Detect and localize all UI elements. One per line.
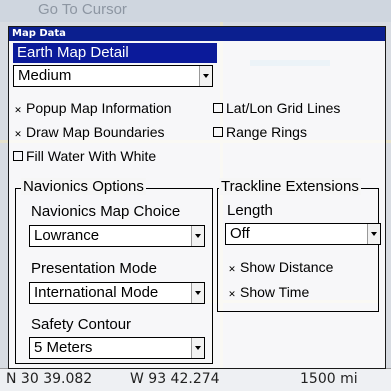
checkbox-label: Fill Water With White	[26, 148, 157, 164]
checkbox-label: Draw Map Boundaries	[26, 124, 165, 140]
navionics-map-choice-select[interactable]: Lowrance	[29, 225, 205, 247]
latitude-readout: N 30 39.082	[6, 371, 93, 387]
checkbox-label: Lat/Lon Grid Lines	[226, 100, 341, 116]
safety-contour-value: 5 Meters	[34, 339, 93, 356]
earth-map-detail-label: Earth Map Detail	[13, 43, 217, 63]
checkbox-unchecked-icon[interactable]	[213, 127, 223, 137]
fill-water-white-checkbox[interactable]: Fill Water With White	[13, 147, 156, 165]
popup-map-info-checkbox[interactable]: ✕ Popup Map Information	[13, 99, 172, 117]
presentation-mode-label: Presentation Mode	[31, 260, 157, 277]
earth-map-detail-select[interactable]: Medium	[13, 65, 213, 87]
checkbox-checked-icon[interactable]: ✕	[227, 265, 237, 275]
show-time-checkbox[interactable]: ✕ Show Time	[227, 283, 309, 301]
navionics-map-choice-label: Navionics Map Choice	[31, 203, 181, 220]
lat-lon-grid-checkbox[interactable]: Lat/Lon Grid Lines	[213, 99, 340, 117]
checkbox-label: Popup Map Information	[26, 100, 172, 116]
chevron-down-icon[interactable]	[191, 226, 204, 246]
status-bar: N 30 39.082 W 93 42.274 1500 mi	[0, 368, 391, 391]
checkbox-label: Range Rings	[226, 124, 307, 140]
safety-contour-select[interactable]: 5 Meters	[29, 337, 205, 359]
map-data-dialog: Map Data Earth Map Detail Medium ✕ Popup …	[8, 26, 386, 369]
map-title-strip: Go To Cursor	[0, 0, 391, 22]
chevron-down-icon[interactable]	[191, 283, 204, 303]
trackline-length-value: Off	[230, 225, 250, 242]
go-to-cursor-label: Go To Cursor	[38, 1, 127, 18]
earth-map-detail-value: Medium	[18, 67, 72, 84]
show-distance-checkbox[interactable]: ✕ Show Distance	[227, 258, 333, 276]
range-rings-checkbox[interactable]: Range Rings	[213, 123, 307, 141]
draw-map-boundaries-checkbox[interactable]: ✕ Draw Map Boundaries	[13, 123, 165, 141]
checkbox-checked-icon[interactable]: ✕	[227, 290, 237, 300]
longitude-readout: W 93 42.274	[130, 371, 220, 387]
checkbox-checked-icon[interactable]: ✕	[13, 106, 23, 116]
chevron-down-icon[interactable]	[191, 338, 204, 358]
checkbox-checked-icon[interactable]: ✕	[13, 130, 23, 140]
checkbox-label: Show Distance	[240, 259, 334, 275]
checkbox-label: Show Time	[240, 284, 310, 300]
trackline-extensions-title: Trackline Extensions	[219, 178, 361, 195]
presentation-mode-select[interactable]: International Mode	[29, 282, 205, 304]
dialog-title: Map Data	[9, 27, 385, 41]
navionics-options-title: Navionics Options	[21, 178, 146, 195]
checkbox-unchecked-icon[interactable]	[13, 151, 23, 161]
trackline-length-select[interactable]: Off	[225, 223, 381, 245]
safety-contour-label: Safety Contour	[31, 316, 132, 333]
zoom-scale-readout: 1500 mi	[300, 371, 358, 387]
checkbox-unchecked-icon[interactable]	[213, 103, 223, 113]
chevron-down-icon[interactable]	[199, 66, 212, 86]
presentation-mode-value: International Mode	[34, 284, 159, 301]
navionics-map-choice-value: Lowrance	[34, 227, 100, 244]
chevron-down-icon[interactable]	[367, 224, 380, 244]
trackline-length-label: Length	[227, 202, 273, 219]
